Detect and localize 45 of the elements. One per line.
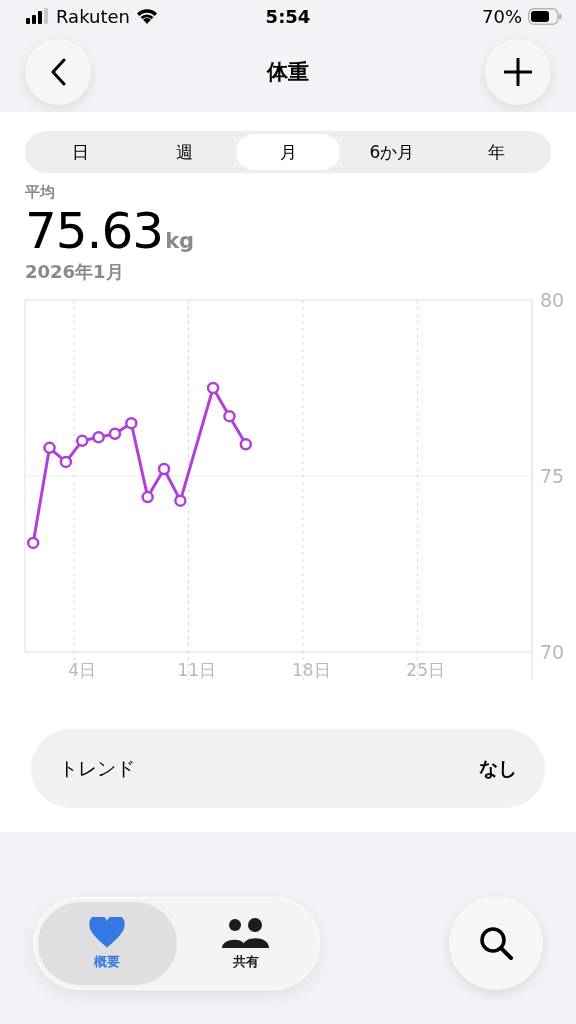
data-point — [125, 416, 138, 430]
battery-percent: 70% — [482, 5, 522, 27]
x-tick-label: 11日 — [177, 660, 217, 680]
data-point — [43, 441, 56, 455]
plus-icon — [504, 58, 532, 86]
period-tab[interactable]: 6か月 — [340, 134, 444, 170]
period-tab[interactable]: 週 — [132, 134, 236, 170]
average-value: 75.63 — [25, 202, 164, 260]
wifi-icon — [135, 8, 158, 24]
carrier-name: Rakuten — [56, 5, 130, 27]
tab-bar-item[interactable]: 共有 — [176, 902, 315, 985]
average-label: 平均 — [25, 183, 56, 202]
search-icon — [478, 925, 514, 961]
chevron-left-icon — [50, 58, 66, 86]
data-point — [59, 455, 73, 469]
date-range: 2026年1月 — [25, 260, 125, 284]
data-point — [92, 431, 105, 444]
unit-label: kg — [165, 229, 195, 253]
battery-icon — [528, 7, 562, 25]
x-tick-label: 4日 — [68, 660, 97, 680]
y-tick-label: 80 — [540, 290, 565, 311]
heart-icon — [89, 916, 126, 949]
trend-row[interactable]: トレンド なし — [31, 729, 545, 808]
trend-label: トレンド — [59, 755, 135, 781]
page-title: 体重 — [267, 59, 309, 86]
x-tick-label: 25日 — [406, 660, 445, 680]
data-point — [239, 438, 253, 451]
signal-icon — [26, 8, 50, 24]
data-point — [141, 490, 154, 504]
data-point — [206, 381, 220, 395]
data-point — [26, 536, 40, 550]
trend-value: なし — [479, 755, 517, 781]
x-tick-label: 18日 — [291, 660, 331, 680]
status-time: 5:54 — [265, 5, 311, 27]
people-icon — [221, 916, 270, 949]
period-tab[interactable]: 年 — [444, 134, 548, 170]
period-tab[interactable]: 日 — [28, 134, 132, 170]
y-tick-label: 70 — [540, 641, 565, 663]
data-point — [223, 409, 236, 423]
data-point — [76, 434, 89, 448]
period-tab[interactable]: 月 — [236, 134, 340, 170]
data-point — [157, 462, 171, 476]
data-point — [174, 494, 187, 507]
y-tick-label: 75 — [540, 465, 565, 487]
data-point — [108, 427, 122, 440]
